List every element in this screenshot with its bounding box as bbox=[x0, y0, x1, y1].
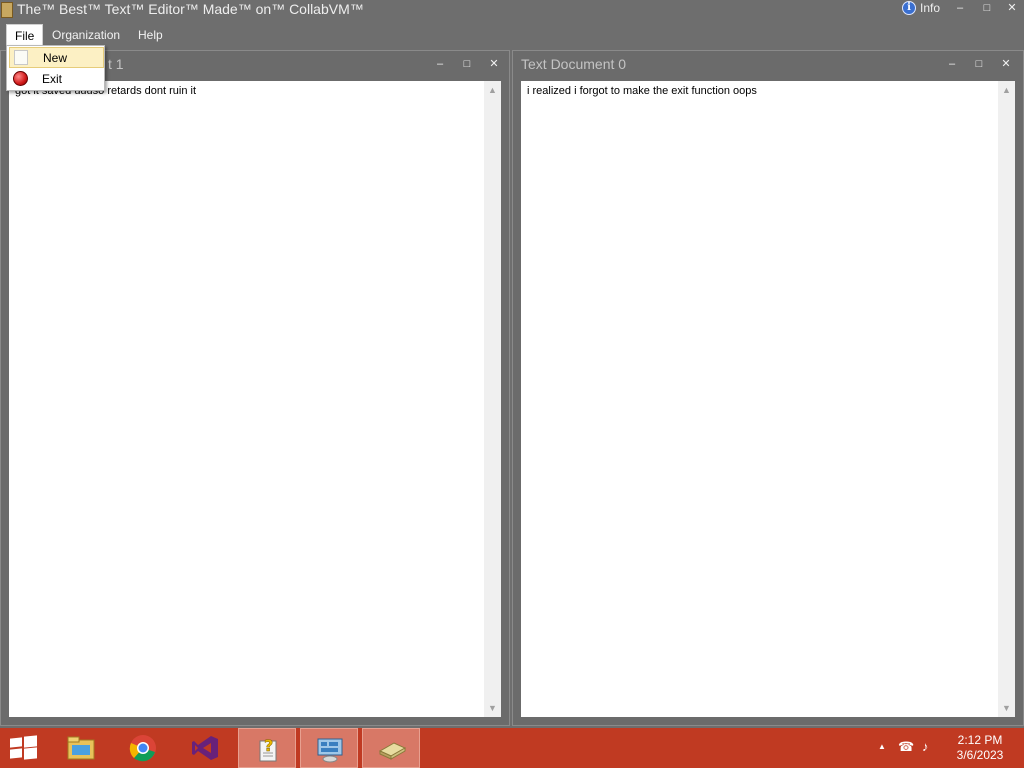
document-1-scrollbar[interactable]: ▲ ▼ bbox=[484, 81, 501, 717]
show-hidden-icons-icon[interactable]: ▲ bbox=[878, 742, 886, 751]
menu-item-new[interactable]: New bbox=[9, 47, 104, 68]
network-monitor-icon bbox=[317, 738, 343, 763]
windows-logo-pane bbox=[24, 735, 37, 748]
windows-logo-pane bbox=[24, 747, 37, 760]
document-1-minimize-button[interactable]: – bbox=[433, 58, 447, 70]
app-minimize-button[interactable]: – bbox=[951, 1, 969, 15]
network-icon[interactable]: ☎ bbox=[898, 739, 914, 755]
start-button[interactable] bbox=[8, 735, 38, 760]
scroll-up-icon[interactable]: ▲ bbox=[484, 83, 501, 97]
exit-icon bbox=[13, 71, 28, 86]
volume-icon[interactable]: ♪ bbox=[922, 739, 929, 754]
document-1-title: t 1 bbox=[108, 56, 124, 72]
info-label: Info bbox=[920, 1, 941, 15]
taskbar-text-editor-app[interactable] bbox=[362, 728, 420, 768]
document-1-maximize-button[interactable]: □ bbox=[460, 58, 474, 70]
document-0-text-area[interactable]: i realized i forgot to make the exit fun… bbox=[521, 81, 1015, 717]
info-button[interactable]: i Info bbox=[902, 0, 940, 16]
windows-logo-pane bbox=[10, 748, 22, 759]
document-0-close-button[interactable]: ✕ bbox=[999, 58, 1013, 70]
app-maximize-button[interactable]: □ bbox=[978, 1, 996, 15]
info-icon: i bbox=[902, 1, 916, 15]
chrome-icon bbox=[129, 735, 156, 762]
document-1-close-button[interactable]: ✕ bbox=[487, 58, 501, 70]
document-0-title: Text Document 0 bbox=[521, 56, 627, 72]
menu-bar: File Organization Help bbox=[0, 24, 1024, 46]
taskbar-network-app[interactable] bbox=[300, 728, 358, 768]
clock-date: 3/6/2023 bbox=[956, 748, 1004, 762]
app-title-bar: The™ Best™ Text™ Editor™ Made™ on™ Colla… bbox=[0, 0, 1024, 22]
svg-text:?: ? bbox=[264, 736, 273, 755]
menu-item-new-label: New bbox=[43, 51, 68, 65]
document-0-minimize-button[interactable]: – bbox=[945, 58, 959, 70]
document-window-0: Text Document 0 – □ ✕ i realized i forgo… bbox=[512, 50, 1024, 726]
menu-file[interactable]: File bbox=[6, 24, 44, 46]
menu-organization[interactable]: Organization bbox=[44, 24, 128, 46]
document-0-scrollbar[interactable]: ▲ ▼ bbox=[998, 81, 1015, 717]
taskbar-file-explorer[interactable] bbox=[52, 728, 110, 768]
menu-help[interactable]: Help bbox=[130, 24, 171, 46]
book-icon bbox=[378, 742, 407, 760]
visual-studio-icon bbox=[192, 736, 218, 760]
clock[interactable]: 2:12 PM 3/6/2023 bbox=[950, 733, 1010, 763]
menu-item-exit[interactable]: Exit bbox=[9, 69, 104, 90]
taskbar-help-app[interactable]: ? bbox=[238, 728, 296, 768]
document-0-maximize-button[interactable]: □ bbox=[972, 58, 986, 70]
scroll-up-icon[interactable]: ▲ bbox=[998, 83, 1015, 97]
document-1-text-area[interactable]: got it saved uuuso retards dont ruin it … bbox=[9, 81, 501, 717]
taskbar-visual-studio[interactable] bbox=[176, 728, 234, 768]
scroll-down-icon[interactable]: ▼ bbox=[484, 701, 501, 715]
document-0-text: i realized i forgot to make the exit fun… bbox=[527, 85, 757, 97]
help-document-icon: ? bbox=[259, 736, 277, 762]
app-close-button[interactable]: ✕ bbox=[1003, 1, 1021, 15]
folder-icon bbox=[67, 736, 95, 760]
windows-logo-pane bbox=[10, 737, 22, 748]
taskbar: ? ▲ ☎ ♪ 2:12 PM 3/6/2023 bbox=[0, 728, 1024, 768]
app-icon bbox=[1, 2, 13, 18]
menu-item-exit-label: Exit bbox=[42, 72, 63, 86]
clock-time: 2:12 PM bbox=[957, 733, 1003, 747]
scroll-down-icon[interactable]: ▼ bbox=[998, 701, 1015, 715]
app-title: The™ Best™ Text™ Editor™ Made™ on™ Colla… bbox=[17, 1, 364, 17]
document-window-1: t 1 – □ ✕ got it saved uuuso retards don… bbox=[0, 50, 510, 726]
new-document-icon bbox=[14, 50, 28, 65]
taskbar-chrome[interactable] bbox=[114, 728, 172, 768]
file-dropdown-menu: New Exit bbox=[6, 45, 105, 91]
